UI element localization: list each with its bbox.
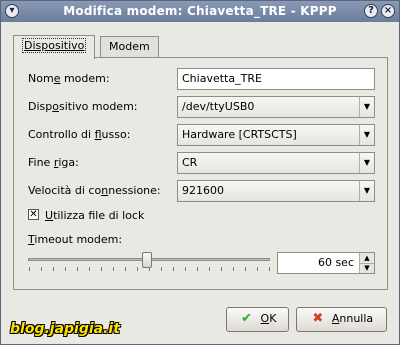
- help-button[interactable]: ?: [364, 4, 378, 18]
- line-end-value: CR: [182, 156, 198, 169]
- lock-file-checkbox[interactable]: ✕: [28, 209, 39, 220]
- window-title: Modifica modem: Chiavetta_TRE - KPPP: [63, 4, 337, 18]
- connection-speed-label: Velocità di connessione:: [28, 184, 161, 197]
- timeout-value: 60 sec: [317, 256, 354, 269]
- check-icon: ✔: [241, 311, 252, 326]
- spin-down-icon[interactable]: ▼: [360, 263, 374, 273]
- line-end-select[interactable]: CR ▼: [177, 152, 375, 174]
- cancel-button[interactable]: ✖ Annulla: [296, 307, 387, 332]
- dropdown-arrow-icon: ▼: [359, 153, 374, 173]
- watermark-text: blog.japigia.it: [10, 321, 120, 337]
- dropdown-arrow-icon: ▼: [359, 97, 374, 117]
- timeout-label: Timeout modem:: [28, 233, 123, 246]
- dropdown-arrow-icon: ▼: [359, 125, 374, 145]
- flow-control-label: Controllo di flusso:: [28, 128, 131, 141]
- dialog-window: ▾ Modifica modem: Chiavetta_TRE - KPPP ?…: [0, 0, 400, 345]
- modem-device-value: /dev/ttyUSB0: [182, 100, 255, 113]
- modem-device-select[interactable]: /dev/ttyUSB0 ▼: [177, 96, 375, 118]
- tab-modem[interactable]: Modem: [100, 36, 159, 58]
- tab-dispositivo[interactable]: Dispositivo: [13, 35, 96, 59]
- modem-name-input[interactable]: Chiavetta_TRE: [177, 68, 375, 90]
- tab-label: Dispositivo: [22, 38, 87, 53]
- title-bar: ▾ Modifica modem: Chiavetta_TRE - KPPP ?…: [1, 1, 399, 22]
- line-end-label: Fine riga:: [28, 156, 79, 169]
- connection-speed-select[interactable]: 921600 ▼: [177, 180, 375, 202]
- cancel-icon: ✖: [312, 311, 324, 326]
- modem-device-label: Dispositivo modem:: [28, 100, 138, 113]
- ok-button[interactable]: ✔ OK: [226, 307, 289, 332]
- lock-file-label[interactable]: Utilizza file di lock: [45, 209, 144, 222]
- connection-speed-value: 921600: [182, 184, 224, 197]
- spin-buttons: ▲ ▼: [359, 253, 374, 273]
- tab-label-underlined: Modem: [109, 40, 150, 53]
- modem-name-label: Nome modem:: [28, 72, 110, 85]
- flow-control-select[interactable]: Hardware [CRTSCTS] ▼: [177, 124, 375, 146]
- close-button[interactable]: ×: [381, 4, 395, 18]
- timeout-slider-handle[interactable]: [142, 252, 152, 268]
- dropdown-arrow-icon: ▼: [359, 181, 374, 201]
- flow-control-value: Hardware [CRTSCTS]: [182, 128, 297, 141]
- timeout-spinbox[interactable]: 60 sec ▲ ▼: [277, 252, 375, 274]
